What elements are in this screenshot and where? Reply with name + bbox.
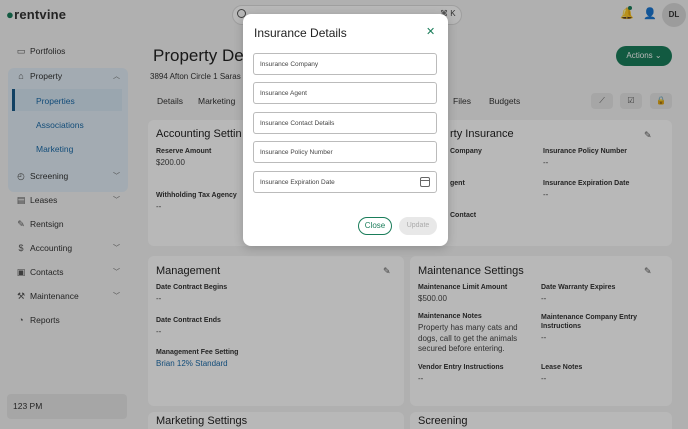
modal-title: Insurance Details bbox=[254, 26, 347, 40]
update-button[interactable]: Update bbox=[399, 217, 437, 235]
insurance-expiration-input[interactable]: Insurance Expiration Date bbox=[253, 171, 437, 193]
close-button[interactable]: Close bbox=[358, 217, 392, 235]
insurance-agent-input[interactable]: Insurance Agent bbox=[253, 82, 437, 104]
insurance-details-modal: Insurance Details ✕ Insurance Company In… bbox=[243, 14, 448, 246]
insurance-policy-input[interactable]: Insurance Policy Number bbox=[253, 141, 437, 163]
close-icon[interactable]: ✕ bbox=[426, 26, 435, 38]
insurance-company-input[interactable]: Insurance Company bbox=[253, 53, 437, 75]
calendar-icon[interactable] bbox=[420, 177, 430, 187]
insurance-contact-input[interactable]: Insurance Contact Details bbox=[253, 112, 437, 134]
